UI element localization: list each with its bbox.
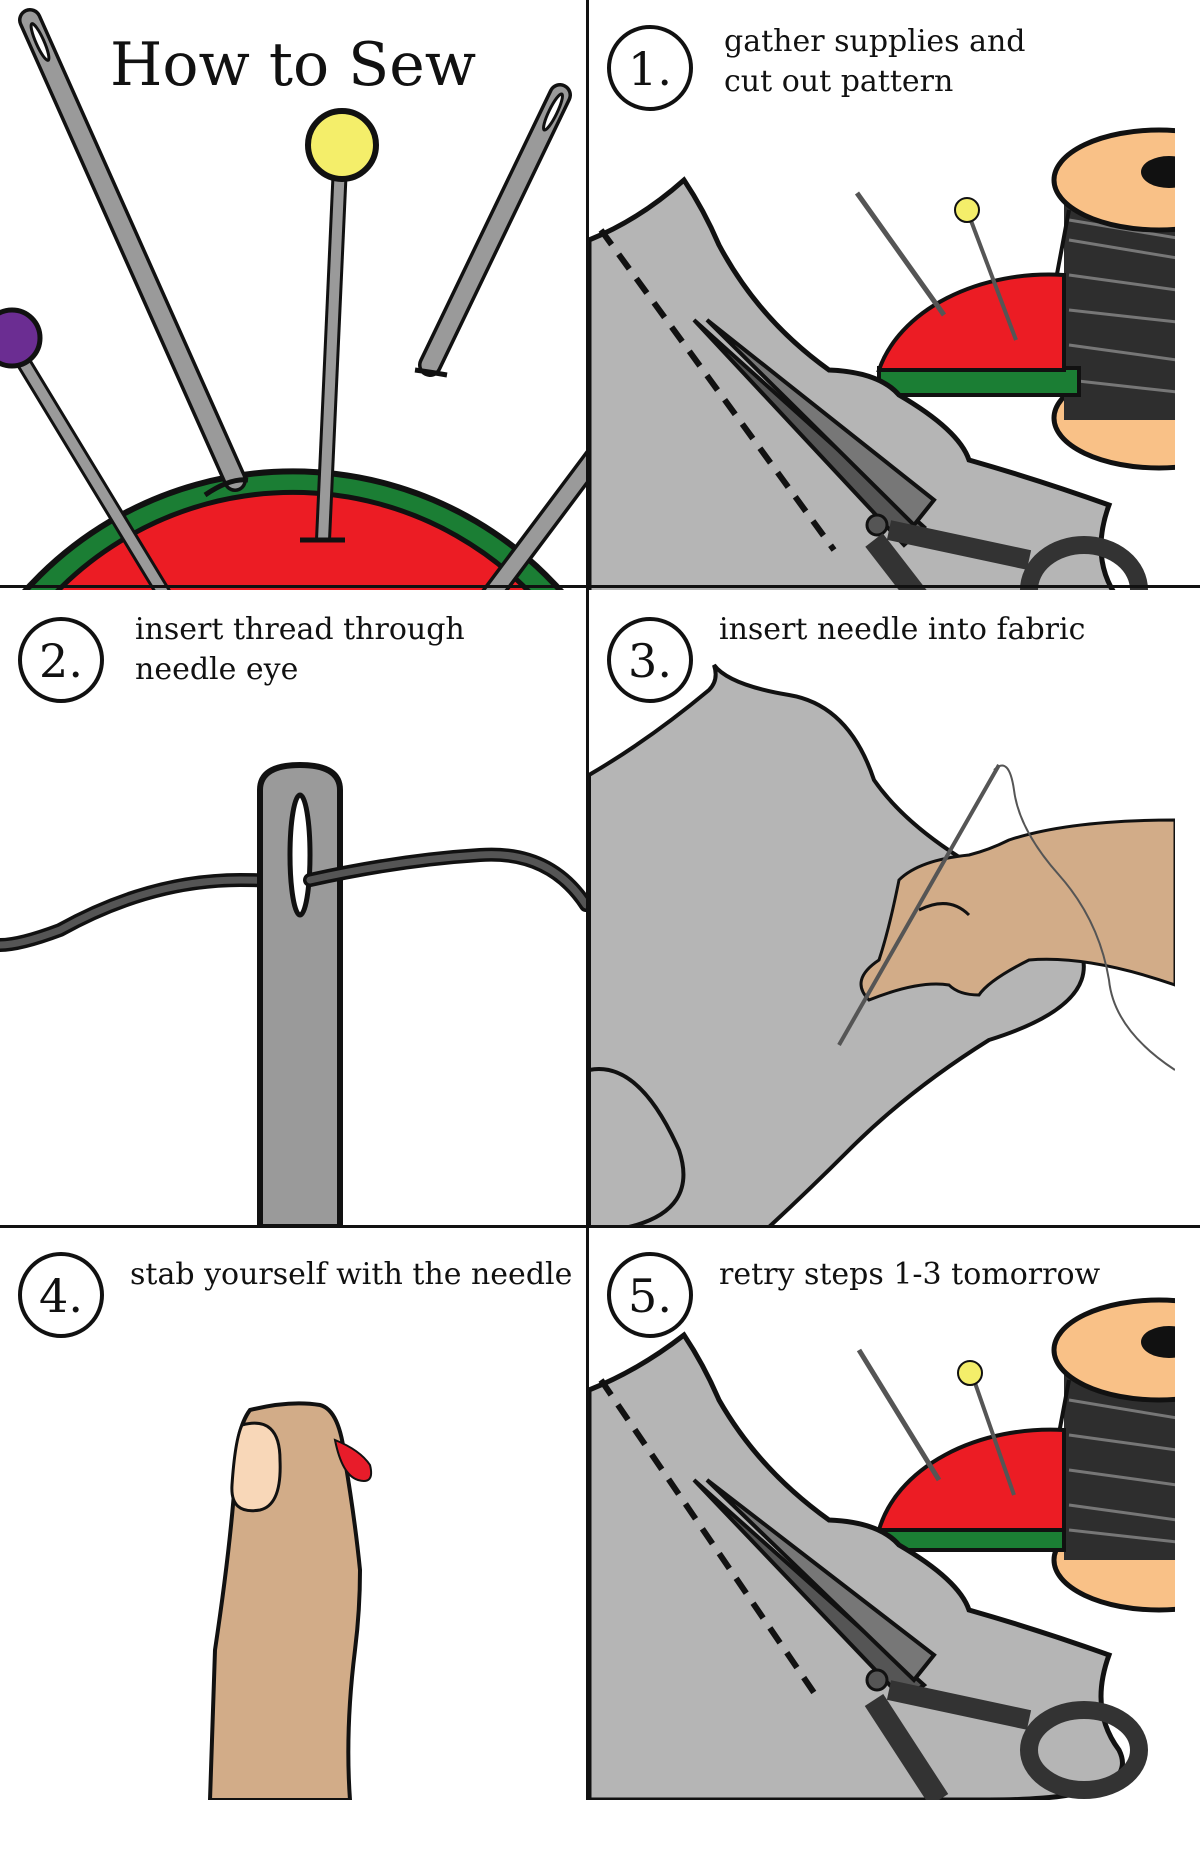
pincushion-icon bbox=[856, 1348, 1066, 1552]
spool-icon bbox=[1051, 127, 1175, 471]
divider-horizontal bbox=[0, 585, 1200, 588]
step-label: stab yourself with the needle bbox=[130, 1257, 573, 1292]
step-label: insert thread through needle eye bbox=[135, 612, 465, 687]
step-number-badge: 5. bbox=[607, 1252, 693, 1338]
divider-vertical bbox=[586, 0, 589, 1800]
step-number-badge: 3. bbox=[607, 617, 693, 703]
step-panel-2: 2. insert thread through needle eye bbox=[0, 590, 586, 1227]
step-number-badge: 1. bbox=[607, 25, 693, 111]
title-panel: How to Sew bbox=[0, 0, 586, 637]
divider-horizontal bbox=[0, 1225, 1200, 1228]
finger-icon bbox=[207, 1401, 363, 1800]
page-title: How to Sew bbox=[110, 30, 477, 100]
step-number-badge: 4. bbox=[18, 1252, 104, 1338]
pincushion-icon bbox=[854, 191, 1081, 397]
step-panel-3: 3. insert needle into fabric bbox=[589, 590, 1175, 1227]
step-label: retry steps 1-3 tomorrow bbox=[719, 1257, 1101, 1292]
step-label: insert needle into fabric bbox=[719, 612, 1086, 647]
step-label: gather supplies and cut out pattern bbox=[724, 24, 1026, 99]
needle-icon bbox=[257, 761, 343, 1227]
spool-icon bbox=[1051, 1297, 1175, 1613]
step-panel-4: 4. stab yourself with the needle bbox=[0, 1230, 586, 1867]
step-panel-1: 1. gather supplies and cut out pattern bbox=[589, 0, 1175, 637]
step-panel-5: 5. retry steps 1-3 tomorrow bbox=[589, 1230, 1175, 1867]
step-number-badge: 2. bbox=[18, 617, 104, 703]
comic-grid: How to Sew 1. gather supplies and cut ou… bbox=[0, 0, 1200, 1867]
